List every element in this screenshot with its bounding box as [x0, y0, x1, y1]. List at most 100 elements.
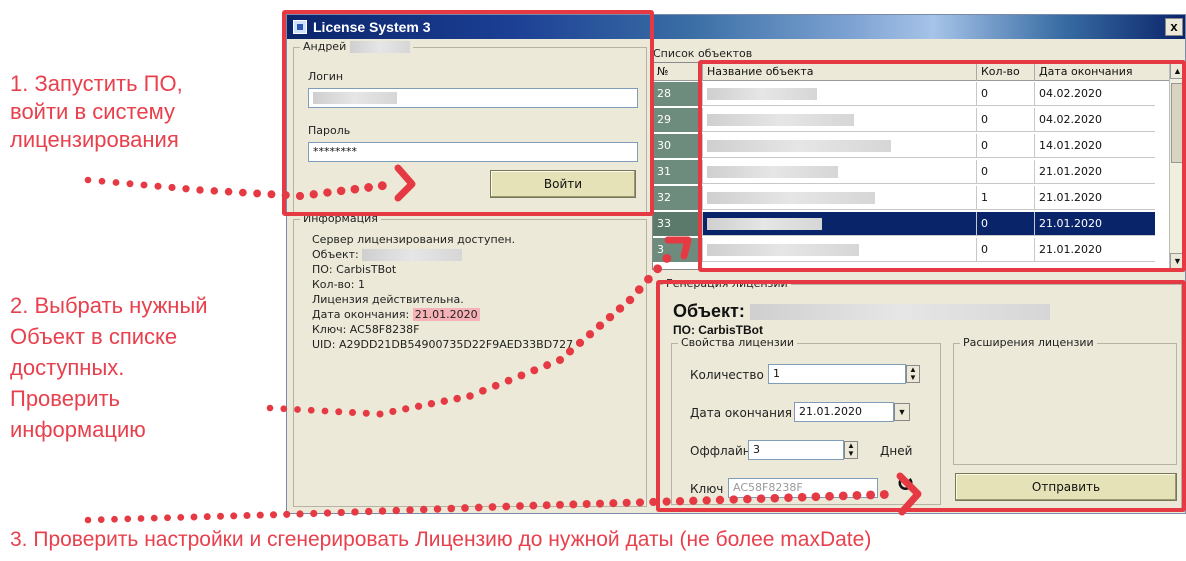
- arrow-dot: [585, 330, 595, 339]
- arrow-dot: [743, 494, 752, 504]
- arrow-dot: [337, 508, 345, 517]
- arrow-dot: [575, 338, 585, 347]
- arrow-dot: [556, 500, 564, 509]
- arrow-dot: [635, 498, 645, 507]
- arrow-dot: [376, 410, 384, 418]
- arrow-dot: [150, 514, 158, 522]
- arrow-dot: [307, 406, 315, 414]
- arrow-dot: [365, 507, 373, 516]
- arrow-dot: [203, 513, 211, 521]
- arrow-dot: [784, 493, 793, 503]
- arrow-dot: [543, 361, 552, 370]
- arrow-dot: [137, 515, 145, 522]
- arrow-dot: [154, 182, 162, 190]
- arrow-dot: [649, 497, 658, 507]
- arrow-dot: [689, 496, 698, 505]
- arrow-dot: [323, 509, 332, 517]
- arrow-dot: [217, 512, 224, 520]
- arrow-dot: [389, 407, 397, 416]
- arrow-dot: [461, 504, 469, 512]
- arrow-dot: [112, 179, 120, 186]
- arrow-dot: [615, 304, 625, 313]
- arrow-dot: [140, 181, 148, 189]
- arrow-dot: [309, 190, 318, 199]
- arrow-dot: [756, 494, 766, 503]
- arrow-dot: [126, 180, 134, 188]
- arrow-dot: [605, 312, 615, 322]
- arrow-dot: [351, 508, 359, 516]
- arrow-dot: [675, 497, 685, 506]
- arrow-dot: [662, 253, 672, 263]
- arrow-dot: [502, 502, 511, 511]
- arrow-dot: [182, 185, 190, 193]
- arrow-dot: [838, 491, 848, 501]
- arrow3-head-icon: [896, 472, 922, 516]
- arrow-dot: [84, 516, 92, 524]
- arrow-dot: [474, 503, 483, 512]
- arrow-dot: [402, 405, 410, 413]
- arrow-dot: [281, 191, 290, 200]
- arrow-dot: [427, 400, 436, 408]
- arrow-dot: [595, 499, 605, 508]
- arrow-dot: [595, 321, 605, 330]
- arrow-dot: [555, 355, 565, 365]
- arrow-dot: [466, 392, 474, 400]
- arrow-dot: [565, 347, 575, 356]
- arrow-dot: [97, 516, 105, 523]
- arrow-dot: [267, 190, 276, 199]
- arrow-dot: [177, 513, 185, 521]
- arrow-dot: [879, 489, 889, 499]
- arrow-dot: [336, 186, 346, 196]
- arrow-dot: [414, 402, 423, 410]
- arrow-dot: [440, 397, 448, 405]
- arrow-dot: [238, 188, 247, 197]
- arrow-dot: [392, 506, 400, 515]
- arrow-dot: [378, 507, 387, 515]
- arrow-dot: [625, 295, 635, 305]
- arrow-dot: [124, 515, 132, 523]
- arrow-dot: [866, 490, 876, 500]
- arrow-dot: [168, 183, 176, 192]
- arrow3-dots: [84, 489, 889, 524]
- arrow-dot: [582, 500, 591, 508]
- arrow-dot: [609, 499, 618, 508]
- arrow1-dots: [84, 176, 387, 201]
- arrow-dot: [256, 511, 264, 519]
- arrow-dot: [335, 408, 343, 416]
- arrow-dot: [295, 191, 305, 201]
- arrow-dot: [634, 285, 644, 294]
- arrow-dot: [447, 504, 456, 513]
- arrow-dot: [230, 512, 238, 520]
- arrow-dot: [243, 511, 251, 520]
- arrow-dot: [190, 513, 198, 521]
- arrow-dot: [729, 495, 738, 504]
- arrow-dot: [280, 405, 288, 413]
- arrow1-head-icon: [394, 164, 416, 202]
- arrow-dot: [811, 492, 821, 502]
- arrow-dot: [542, 501, 551, 510]
- arrow-dot: [504, 376, 513, 385]
- arrow-dot: [196, 186, 204, 194]
- arrow-dot: [702, 496, 711, 505]
- arrow2-head-icon: [664, 236, 692, 260]
- arrow-dot: [852, 490, 862, 500]
- arrow-dot: [377, 181, 387, 191]
- arrow-dot: [517, 371, 526, 380]
- arrow-dot: [283, 510, 291, 518]
- arrow-dot: [224, 187, 233, 196]
- arrow-dot: [770, 493, 780, 503]
- arrow-dot: [662, 497, 671, 506]
- arrow-dot: [644, 274, 653, 284]
- dotted-arrows: [84, 164, 922, 524]
- arrow-dot: [111, 515, 118, 523]
- arrow2-dots: [266, 253, 672, 418]
- arrow-dot: [653, 264, 663, 274]
- arrow-dot: [433, 505, 442, 513]
- arrow-dot: [569, 500, 578, 509]
- arrow-dot: [419, 505, 428, 514]
- arrow-dot: [529, 501, 538, 510]
- arrow-dot: [488, 503, 497, 511]
- arrow-dot: [164, 514, 171, 522]
- arrow-dot: [516, 502, 524, 510]
- arrow-dot: [210, 187, 219, 195]
